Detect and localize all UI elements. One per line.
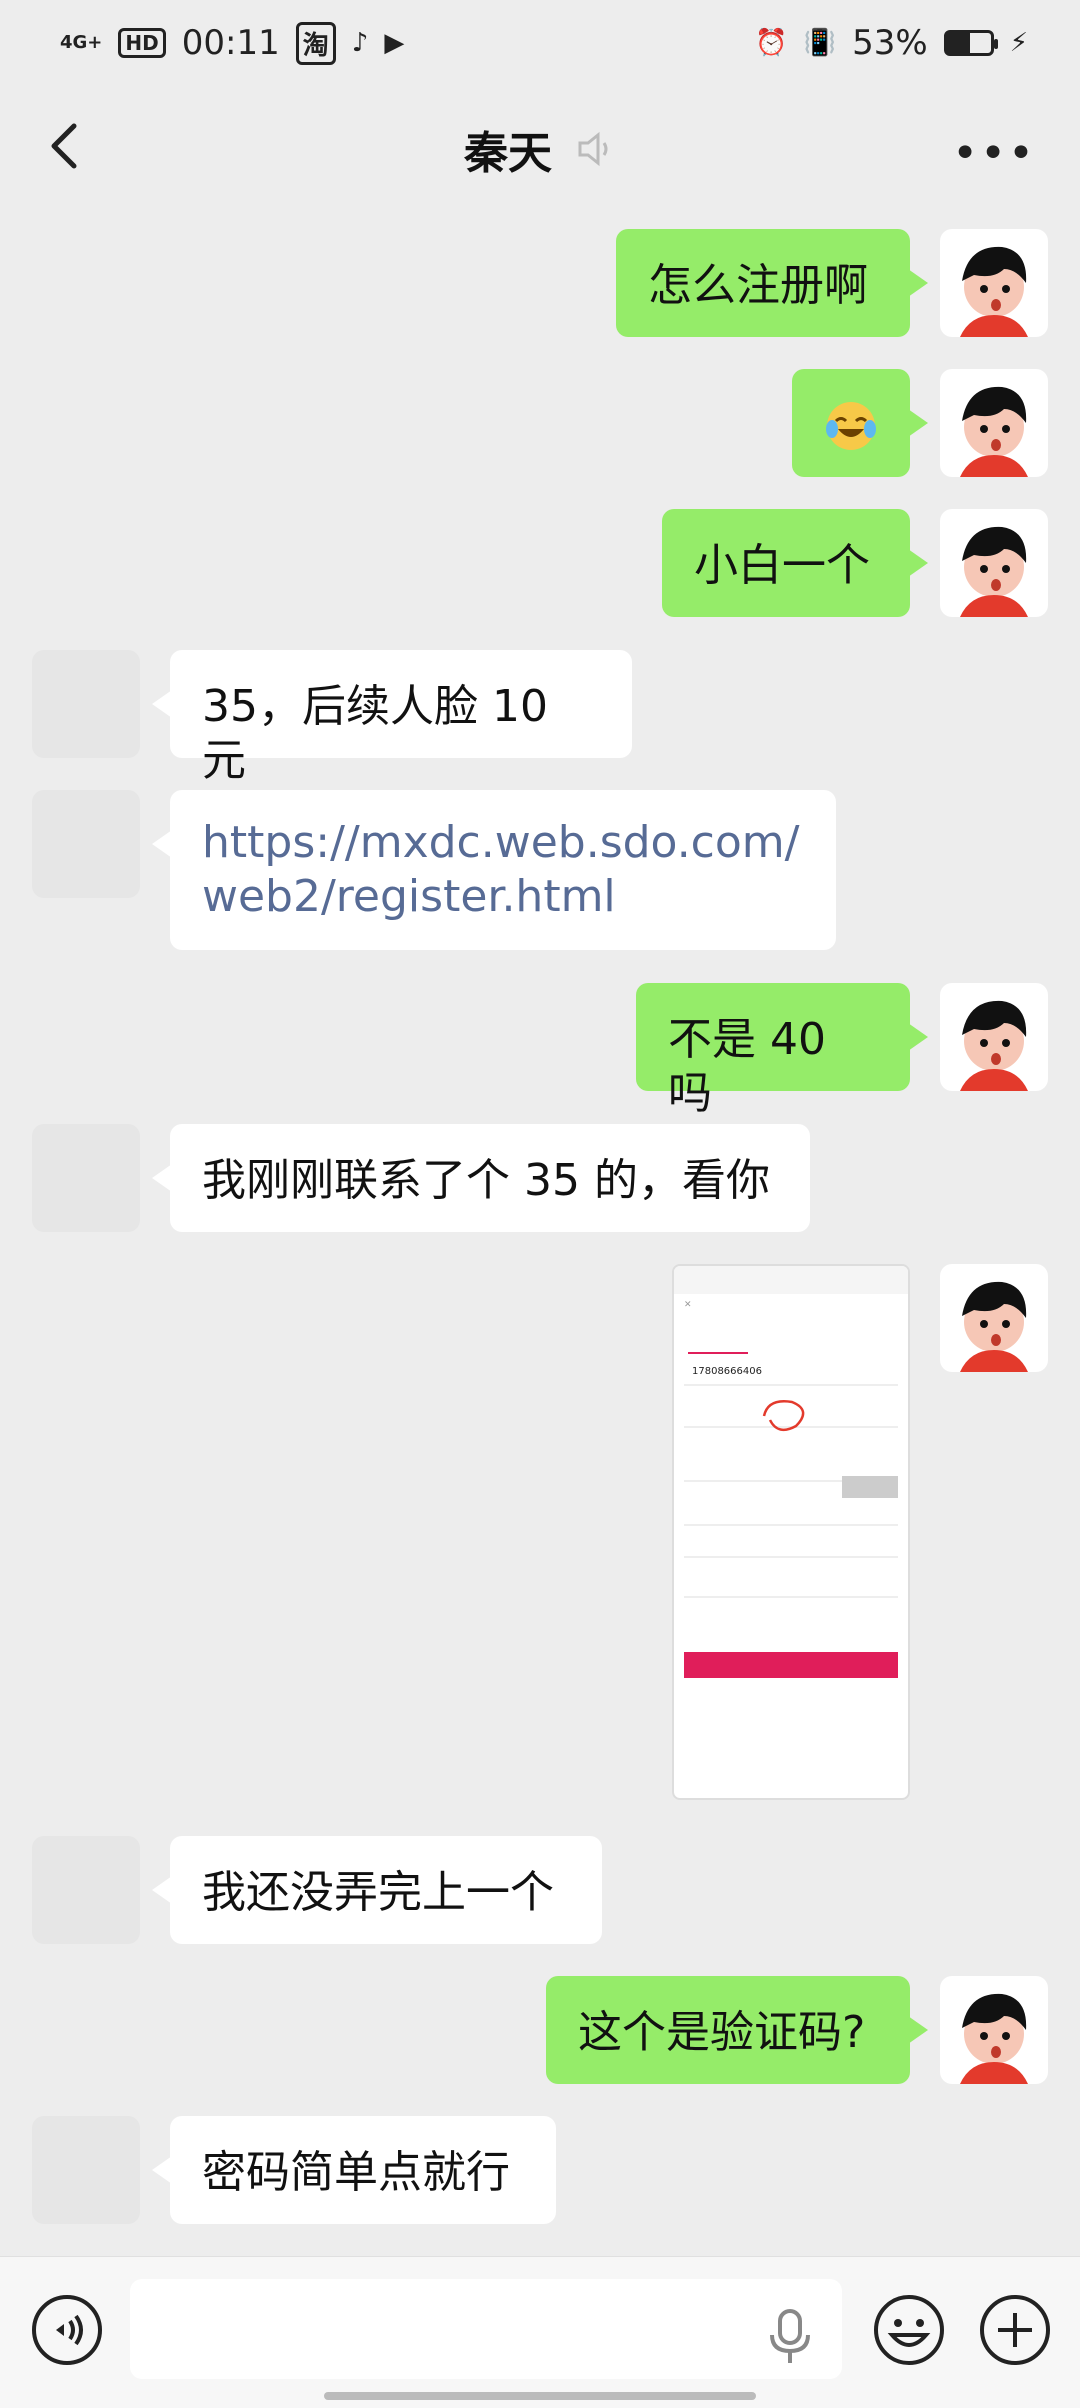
message-bubble-received[interactable]: 35，后续人脸 10 元 [152, 650, 632, 786]
battery-percent: 53% [852, 23, 928, 63]
message-bubble-received[interactable]: 我刚刚联系了个 35 的，看你 [152, 1124, 810, 1232]
back-button[interactable] [36, 116, 96, 176]
my-avatar[interactable] [940, 983, 1048, 1091]
video-icon: ▶ [384, 28, 405, 58]
thumb-status [674, 1266, 908, 1294]
status-time: 00:11 [181, 23, 280, 63]
tiktok-icon: ♪ [351, 28, 369, 58]
battery-icon [943, 30, 998, 56]
charging-icon: ⚡ [1009, 28, 1028, 58]
message-bubble-received[interactable]: 密码简单点就行 [152, 2116, 556, 2224]
message-bubble-received[interactable]: 我还没弄完上一个 [152, 1836, 602, 1944]
contact-avatar[interactable] [32, 2116, 140, 2224]
vibrate-icon: 📳 [803, 28, 837, 58]
screenshot-thumbnail[interactable]: ✕ 17808666406 [672, 1264, 910, 1800]
contact-avatar[interactable] [32, 790, 140, 898]
crying-laughing-emoji-icon [826, 402, 876, 450]
message-input[interactable] [130, 2279, 842, 2379]
message-bubble-sent[interactable]: 这个是验证码? [546, 1976, 928, 2084]
chat-header: 秦天 ••• [0, 86, 1080, 212]
network-indicator: 4G+ [60, 32, 103, 53]
contact-avatar[interactable] [32, 650, 140, 758]
home-indicator[interactable] [324, 2392, 756, 2400]
my-avatar[interactable] [940, 509, 1048, 617]
microphone-icon[interactable] [768, 2309, 812, 2365]
input-bar [0, 2256, 1080, 2408]
hd-badge: HD [118, 28, 166, 58]
thumb-register-button [684, 1652, 898, 1678]
my-avatar[interactable] [940, 1976, 1048, 2084]
my-avatar[interactable] [940, 369, 1048, 477]
mute-icon [578, 131, 608, 167]
thumb-phone: 17808666406 [692, 1366, 762, 1377]
more-actions-button[interactable] [978, 2293, 1052, 2367]
message-bubble-sent[interactable] [792, 369, 928, 477]
message-bubble-sent[interactable]: 不是 40 吗 [636, 983, 928, 1119]
red-circle-annotation [762, 1400, 805, 1432]
more-options-button[interactable]: ••• [952, 128, 1036, 179]
voice-mode-button[interactable] [30, 2293, 104, 2367]
taobao-icon: 淘 [295, 21, 336, 65]
status-bar: 4G+ HD 00:11 淘 ♪ ▶ ⏰ 📳 53% ⚡ [0, 0, 1080, 86]
message-bubble-sent[interactable]: 怎么注册啊 [616, 229, 928, 337]
close-icon: ✕ [684, 1300, 692, 1310]
message-link[interactable]: https://mxdc.web.sdo.com/web2/register.h… [152, 790, 836, 950]
my-avatar[interactable] [940, 229, 1048, 337]
alarm-icon: ⏰ [755, 28, 788, 58]
contact-avatar[interactable] [32, 1124, 140, 1232]
chat-title: 秦天 [464, 128, 552, 179]
contact-avatar[interactable] [32, 1836, 140, 1944]
my-avatar[interactable] [940, 1264, 1048, 1372]
message-bubble-sent[interactable]: 小白一个 [662, 509, 928, 617]
emoji-button[interactable] [872, 2293, 946, 2367]
